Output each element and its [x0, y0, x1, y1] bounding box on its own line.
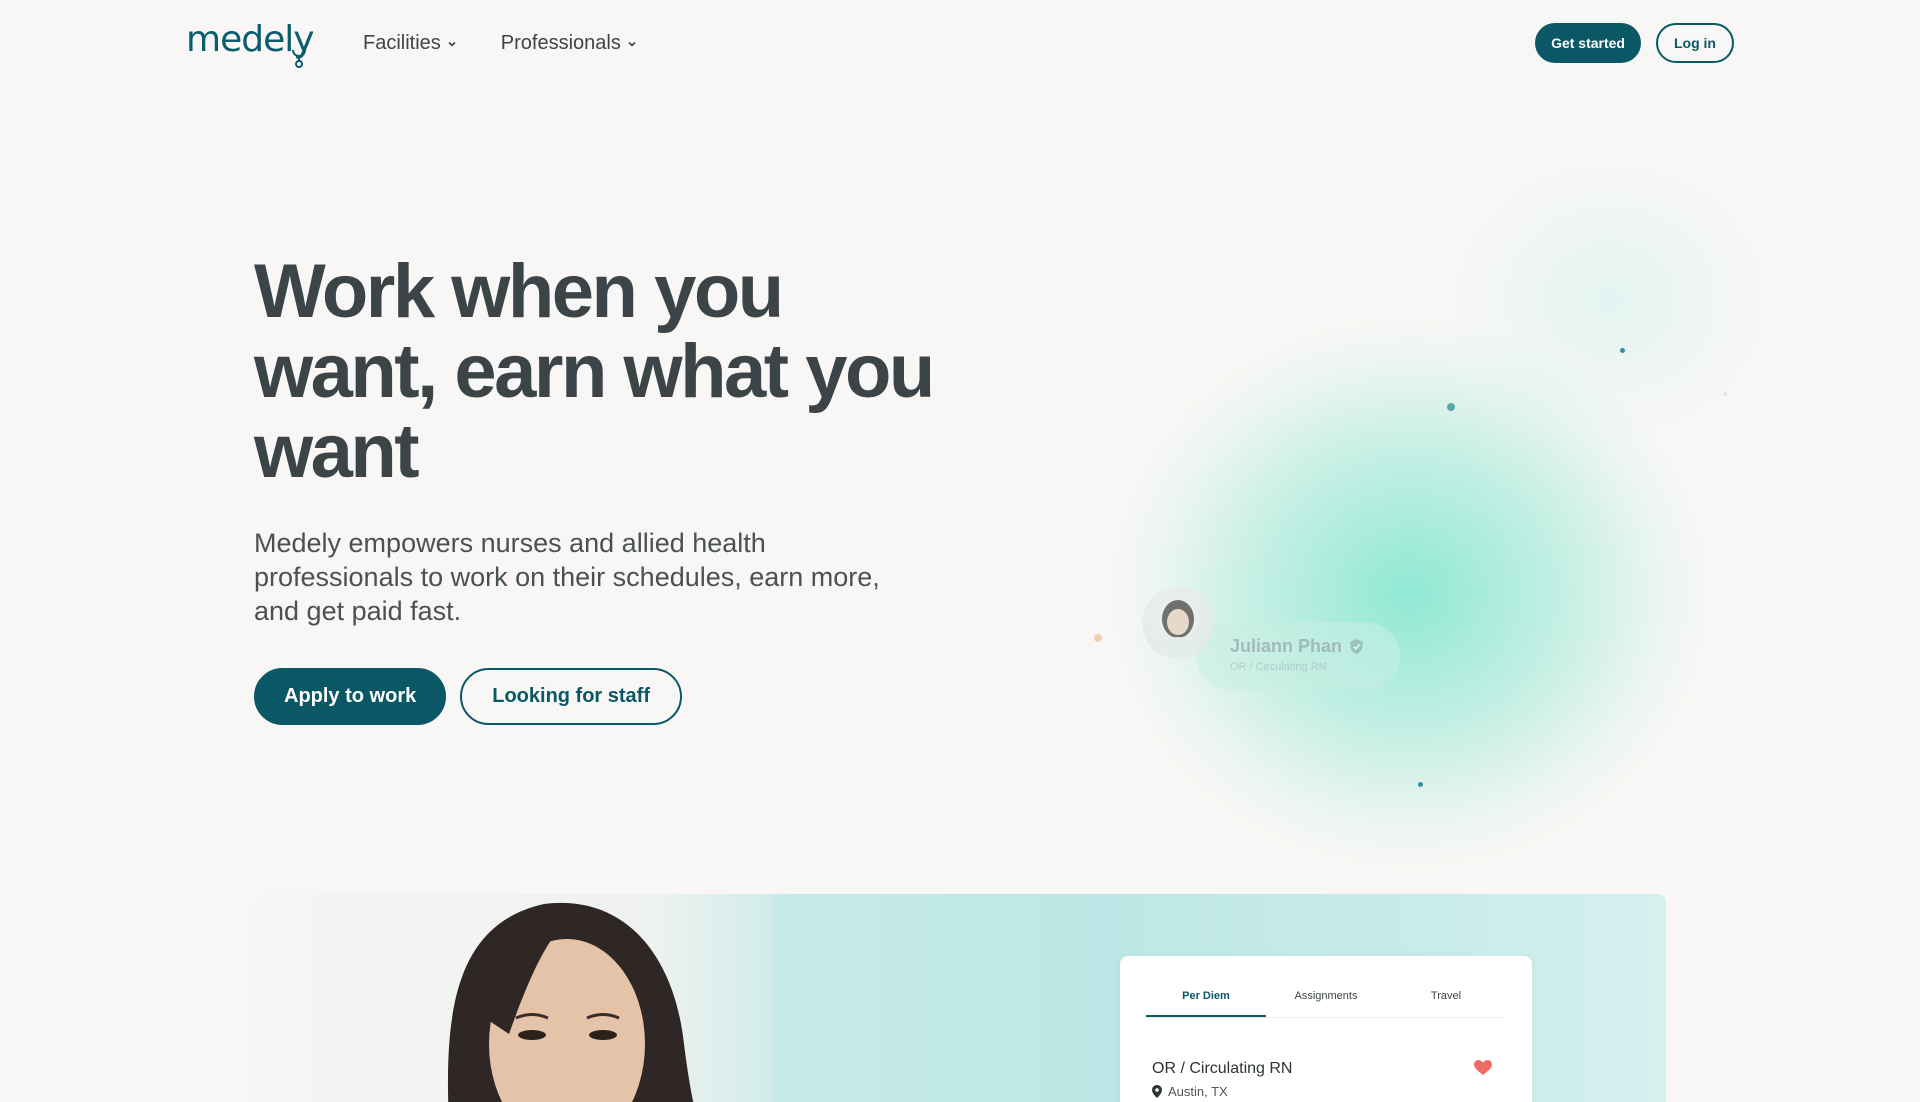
job-location-text: Austin, TX [1168, 1084, 1228, 1099]
chevron-down-icon [628, 41, 636, 47]
top-nav: medely Facilities Professionals Get star… [0, 0, 1920, 88]
tab-per-diem[interactable]: Per Diem [1146, 990, 1266, 1017]
decor-dot [1418, 782, 1423, 787]
profile-role: OR / Circulating RN [1230, 661, 1327, 673]
profile-name: Juliann Phan [1230, 636, 1343, 656]
verified-check-icon [1350, 639, 1363, 654]
location-pin-icon [1152, 1085, 1162, 1098]
decor-dot [1447, 403, 1455, 411]
job-title: OR / Circulating RN [1152, 1060, 1293, 1077]
looking-for-staff-button[interactable]: Looking for staff [460, 668, 682, 725]
chevron-down-icon [448, 41, 456, 47]
decor-dot [1094, 634, 1102, 642]
log-in-button[interactable]: Log in [1656, 23, 1734, 63]
hero-title: Work when you want, earn what you want [254, 249, 935, 494]
nav-actions: Get started Log in [1535, 23, 1734, 63]
tab-travel[interactable]: Travel [1386, 990, 1506, 1017]
profile-card: Juliann Phan OR / Circulating RN [1196, 622, 1400, 690]
get-started-button[interactable]: Get started [1535, 23, 1641, 63]
decor-dot [1723, 392, 1727, 396]
hero-actions: Apply to work Looking for staff [254, 668, 682, 725]
nav-facilities[interactable]: Facilities [363, 32, 457, 55]
heart-icon[interactable] [1474, 1060, 1492, 1076]
apply-to-work-button[interactable]: Apply to work [254, 668, 447, 725]
nav-professionals[interactable]: Professionals [501, 32, 637, 55]
job-location: Austin, TX [1152, 1084, 1228, 1099]
profile-name-row: Juliann Phan [1230, 636, 1400, 657]
tab-assignments[interactable]: Assignments [1266, 990, 1386, 1017]
job-card[interactable]: Per Diem Assignments Travel OR / Circula… [1120, 956, 1532, 1102]
decor-dot [1620, 348, 1625, 353]
hero-subtitle: Medely empowers nurses and allied health… [254, 528, 880, 626]
nav-professionals-label: Professionals [500, 32, 621, 54]
nav-facilities-label: Facilities [363, 32, 441, 54]
nurse-photo [254, 894, 774, 1102]
medely-logo[interactable]: medely [186, 22, 315, 68]
background-glow [1110, 318, 1710, 868]
avatar [1142, 587, 1214, 659]
stethoscope-icon [292, 50, 306, 68]
primary-nav: Facilities Professionals [363, 32, 637, 55]
job-tabs: Per Diem Assignments Travel [1146, 990, 1506, 1018]
